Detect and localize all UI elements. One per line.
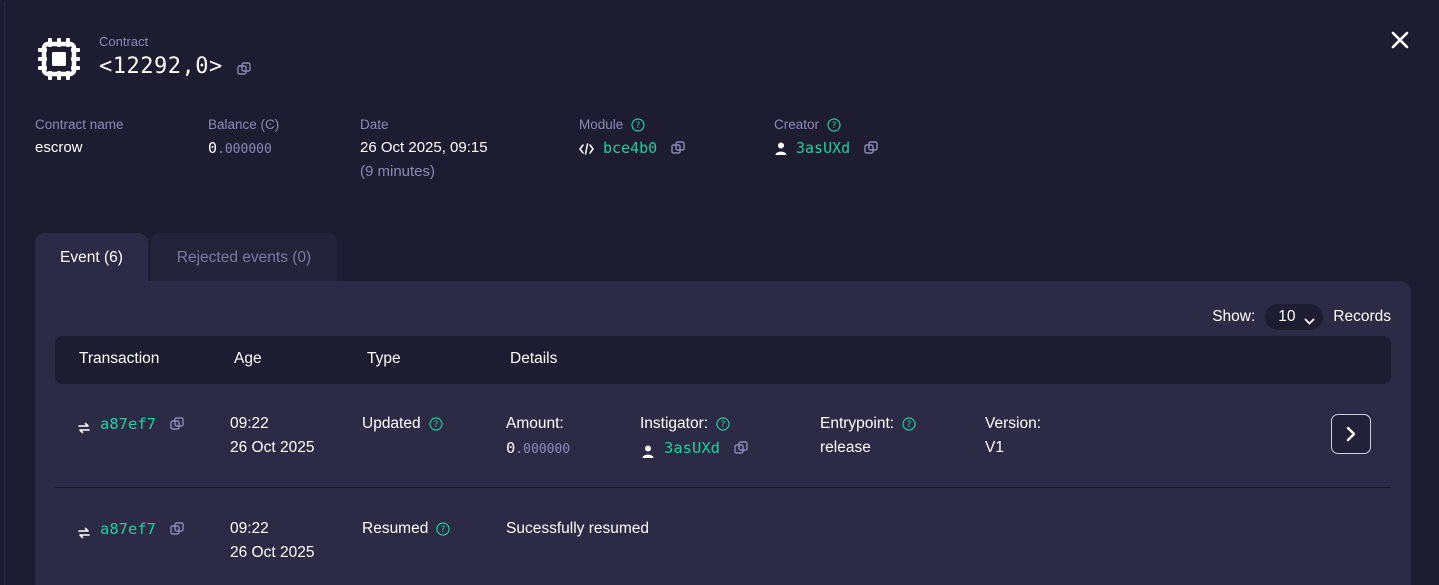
amount-label: Amount: xyxy=(506,415,564,432)
svg-text:?: ? xyxy=(636,121,641,131)
help-circle-icon[interactable]: ? xyxy=(631,117,645,132)
module-value-row: bce4b0 xyxy=(579,139,685,157)
copy-icon[interactable] xyxy=(671,141,685,155)
contract-name-value: escrow xyxy=(35,139,83,156)
version-label: Version: xyxy=(985,415,1042,432)
table-row-2-date: 26 Oct 2025 xyxy=(230,544,315,561)
date-label: Date xyxy=(360,117,389,132)
row-expand-button[interactable] xyxy=(1331,414,1371,454)
chevron-down-icon xyxy=(1304,313,1315,325)
help-circle-icon[interactable]: ? xyxy=(436,522,450,536)
table-row-1-date: 26 Oct 2025 xyxy=(230,439,315,456)
event-type: Resumed xyxy=(362,520,429,537)
table-row-2-time: 09:22 xyxy=(230,520,269,537)
instigator-label-row: Instigator: ? xyxy=(640,412,730,436)
help-circle-icon[interactable]: ? xyxy=(429,417,443,431)
copy-icon[interactable] xyxy=(237,61,251,76)
cpu-chip-icon xyxy=(36,36,82,82)
amount-dec: .000000 xyxy=(515,442,571,457)
amount-value: 0.000000 xyxy=(506,436,570,462)
tab-events[interactable]: Event (6) xyxy=(35,233,148,282)
module-link[interactable]: bce4b0 xyxy=(603,139,657,157)
balance-dec: .000000 xyxy=(217,142,272,157)
column-header-details: Details xyxy=(510,350,558,367)
transaction-link[interactable]: a87ef7 xyxy=(100,517,156,541)
table-row-1-time: 09:22 xyxy=(230,415,269,432)
version-value: V1 xyxy=(985,439,1004,456)
copy-icon[interactable] xyxy=(170,522,184,536)
module-label-row: Module ? xyxy=(579,117,645,132)
entrypoint-value: release xyxy=(820,439,871,456)
date-relative: (9 minutes) xyxy=(360,163,436,180)
user-icon xyxy=(775,142,787,155)
table-row-2-tx: a87ef7 xyxy=(78,517,184,541)
svg-text:?: ? xyxy=(721,420,726,430)
contract-id-row: <12292,0> xyxy=(99,54,251,79)
balance-value: 0.000000 xyxy=(208,139,272,157)
event-type: Updated xyxy=(362,415,421,432)
records-select-value: 10 xyxy=(1278,308,1296,325)
svg-text:?: ? xyxy=(441,525,446,535)
swap-icon xyxy=(78,418,90,434)
entrypoint-label: Entrypoint: xyxy=(820,415,895,432)
creator-value-row: 3asUXd xyxy=(775,139,878,157)
transaction-link[interactable]: a87ef7 xyxy=(100,412,156,436)
column-header-age: Age xyxy=(234,350,262,367)
balance-int: 0 xyxy=(208,139,218,157)
svg-text:?: ? xyxy=(832,121,837,131)
instigator-value-row: 3asUXd xyxy=(642,436,748,460)
copy-icon[interactable] xyxy=(170,417,184,431)
column-header-transaction: Transaction xyxy=(79,350,160,367)
contract-label: Contract xyxy=(99,34,149,49)
amount-int: 0 xyxy=(506,439,516,457)
module-label: Module xyxy=(579,117,624,132)
table-row-1-type: Updated ? xyxy=(362,412,443,436)
table-row-1-tx: a87ef7 xyxy=(78,412,184,436)
contract-id: <12292,0> xyxy=(99,54,223,79)
row-divider xyxy=(55,487,1391,488)
entrypoint-label-row: Entrypoint: ? xyxy=(820,412,916,436)
date-value: 26 Oct 2025, 09:15 xyxy=(360,139,488,156)
creator-link[interactable]: 3asUXd xyxy=(796,139,850,157)
swap-icon xyxy=(78,523,90,539)
instigator-link[interactable]: 3asUXd xyxy=(664,436,720,460)
code-icon xyxy=(579,142,594,155)
copy-icon[interactable] xyxy=(734,441,748,455)
help-circle-icon[interactable]: ? xyxy=(716,417,730,431)
copy-icon[interactable] xyxy=(864,141,878,155)
balance-label: Balance (Ͼ) xyxy=(208,117,280,132)
help-circle-icon[interactable]: ? xyxy=(902,417,916,431)
column-header-type: Type xyxy=(367,350,401,367)
close-icon[interactable] xyxy=(1389,29,1411,51)
creator-label: Creator xyxy=(774,117,820,132)
svg-text:?: ? xyxy=(433,420,438,430)
tab-rejected-events[interactable]: Rejected events (0) xyxy=(151,233,337,282)
records-per-page: Show: 10 Records xyxy=(1212,304,1391,330)
svg-text:?: ? xyxy=(907,420,912,430)
user-icon xyxy=(642,442,654,458)
help-circle-icon[interactable]: ? xyxy=(827,117,841,132)
records-select[interactable]: 10 xyxy=(1265,304,1324,330)
table-row-2-type: Resumed ? xyxy=(362,517,450,541)
creator-label-row: Creator ? xyxy=(774,117,841,132)
event-details: Sucessfully resumed xyxy=(506,520,650,537)
instigator-label: Instigator: xyxy=(640,415,709,432)
contract-name-label: Contract name xyxy=(35,117,124,132)
show-label: Show: xyxy=(1212,308,1256,325)
records-label: Records xyxy=(1333,308,1391,325)
chevron-right-icon xyxy=(1345,426,1357,442)
